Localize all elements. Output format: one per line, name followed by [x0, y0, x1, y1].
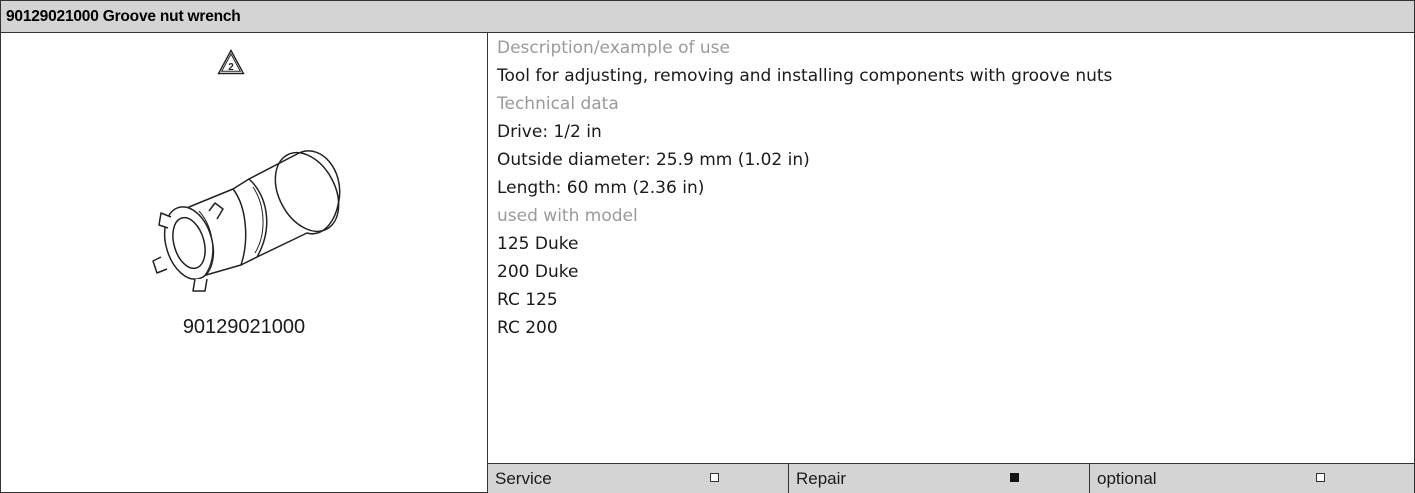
- tool-sheet: 90129021000 Groove nut wrench 2 90129021…: [0, 0, 1415, 493]
- optional-label: optional: [1097, 469, 1157, 488]
- details-panel: Description/example of use Tool for adju…: [488, 33, 1414, 492]
- tool-title: 90129021000 Groove nut wrench: [6, 8, 241, 25]
- repair-cell: Repair: [788, 464, 1090, 493]
- technical-heading: Technical data: [497, 94, 619, 114]
- optional-checkbox[interactable]: [1316, 473, 1325, 482]
- title-bar: 90129021000 Groove nut wrench: [1, 1, 1414, 33]
- figure-panel: 2 90129021000: [1, 33, 488, 492]
- groove-nut-wrench-illustration: [152, 150, 341, 292]
- description-text: Tool for adjusting, removing and install…: [497, 66, 1113, 86]
- usage-footer: Service Repair optional: [488, 463, 1414, 493]
- models-heading: used with model: [497, 206, 638, 226]
- model-item: 125 Duke: [497, 234, 579, 254]
- repair-label: Repair: [796, 469, 847, 488]
- service-label: Service: [495, 469, 552, 488]
- tech-drive: Drive: 1/2 in: [497, 122, 602, 142]
- service-checkbox[interactable]: [710, 473, 719, 482]
- optional-cell: optional: [1089, 464, 1415, 493]
- description-heading: Description/example of use: [497, 38, 731, 58]
- tech-length: Length: 60 mm (2.36 in): [497, 178, 705, 198]
- service-cell: Service: [488, 464, 788, 493]
- model-item: RC 200: [497, 318, 558, 338]
- tech-outside-diameter: Outside diameter: 25.9 mm (1.02 in): [497, 150, 810, 170]
- figure-part-number: 90129021000: [182, 316, 306, 338]
- warning-triangle-icon: 2: [217, 49, 245, 75]
- model-item: RC 125: [497, 290, 558, 310]
- warning-number: 2: [228, 62, 234, 73]
- repair-checkbox[interactable]: [1010, 473, 1019, 482]
- model-item: 200 Duke: [497, 262, 579, 282]
